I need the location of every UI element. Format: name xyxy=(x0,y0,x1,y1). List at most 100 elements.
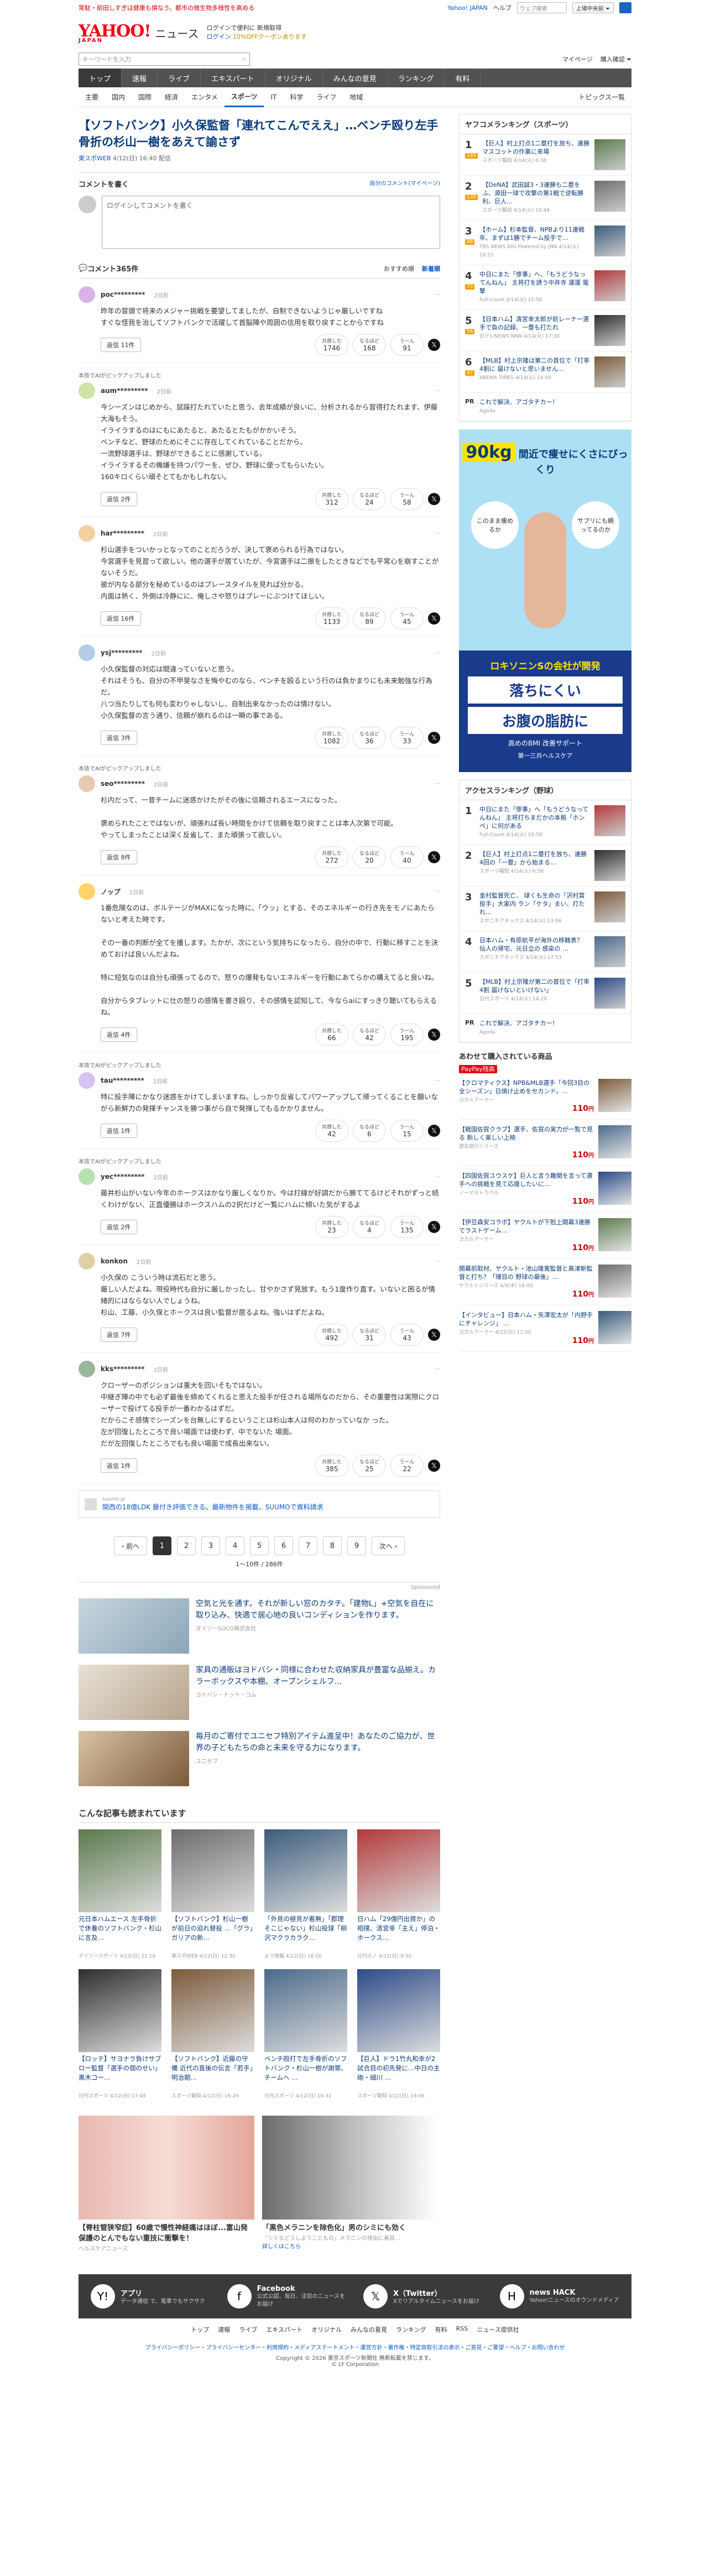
legal-links[interactable]: プライバシーポリシー・プライバシーセンター・利用規約・メディアステートメント・運… xyxy=(79,2341,631,2353)
comment-username[interactable]: ysj********* xyxy=(101,649,143,657)
access-thumb[interactable] xyxy=(594,891,625,922)
pager-page[interactable]: 1 xyxy=(153,1536,171,1555)
pager-page[interactable]: 3 xyxy=(201,1536,220,1555)
shop-image[interactable] xyxy=(598,1265,631,1298)
like-reaction[interactable]: 共感した 66 xyxy=(315,1024,348,1046)
pr-item[interactable]: PR これで解決、アゴタチカー！ Agoda xyxy=(460,1014,631,1042)
agree-reaction[interactable]: なるほど 168 xyxy=(353,334,386,356)
related-thumb[interactable] xyxy=(264,1829,347,1912)
shop-item[interactable]: 【インタビュー】日本ハム・矢澤宏太が「内野手にチャレンジ」 … ヨカルアーマー 4… xyxy=(459,1305,631,1352)
sponsored-item[interactable]: 空気と光を通す。それが新しい窓のカタチ。「建物L」+空気を自在に取り込み、快適で… xyxy=(79,1593,440,1659)
shop-image[interactable] xyxy=(598,1218,631,1251)
yahoo-japan-link[interactable]: Yahoo! JAPAN xyxy=(447,4,488,12)
newshack-icon[interactable]: H xyxy=(499,2284,524,2309)
sponsored-title[interactable]: 毎月のご寄付でユニセフ特別アイテム進呈中！あなたのご協力が、世界の子どもたちの命… xyxy=(196,1731,440,1754)
access-thumb[interactable] xyxy=(594,936,625,967)
related-card[interactable]: 【ソフトバンク】杉山一樹が前日の迫れ替投 …「グラ」ガリアの新… 東スポWEB 4… xyxy=(171,1829,254,1959)
news-brand[interactable]: ニュース xyxy=(155,25,199,41)
related-title[interactable]: ベンチ殴打で左手骨折のソフトバンク・杉山一樹が謝罪、チームへ … xyxy=(264,2054,347,2092)
ranking-item[interactable]: 2 135 【DeNA】武田誠3・3連勝も二塁をふ、源田一球で攻撃の第1戦で逆転勝利… xyxy=(460,176,631,221)
ranking-item[interactable]: 3 98 【ホーム】杉本監督、NPBより11連戦年、まずは1勝でチーム投手で… TBS… xyxy=(460,221,631,265)
shop-image[interactable] xyxy=(598,1125,631,1158)
access-title[interactable]: 中日にまた「惨事」へ「もうどうなってんねん」 主将打ちまだかの本拠「ホンペ」に何… xyxy=(479,805,590,830)
shop-select[interactable]: 上場中央前 ⏷ xyxy=(572,2,614,13)
facebook-icon[interactable]: f xyxy=(227,2284,252,2309)
avatar[interactable] xyxy=(79,1361,95,1377)
sponsored-image[interactable] xyxy=(79,1665,189,1720)
promo-text[interactable]: 常駐・前田しすぎは健康も損なう。都市の微生物多様性を高める xyxy=(79,3,254,12)
snav-local[interactable]: 地域 xyxy=(343,87,369,107)
pr-title[interactable]: これで解決、アゴタチカー！ xyxy=(479,1019,625,1027)
pager-page[interactable]: 9 xyxy=(347,1536,366,1555)
related-card[interactable]: 【巨人】ドラ1竹丸和幸が2試合目の初先発に…中日の主砲・細川 … スポーツ報知 4… xyxy=(357,1969,440,2099)
shop-item[interactable]: 【四国佐賀ユウスケ】巨人と言う難関を言って選手への挑戦を見て応援したいに… ノーマ… xyxy=(459,1166,631,1213)
comment-username[interactable]: seo********* xyxy=(101,780,145,788)
like-reaction[interactable]: 共感した 1082 xyxy=(315,727,348,749)
yahoo-logo[interactable]: YAHOO! JAPAN xyxy=(79,22,152,44)
ranking-title[interactable]: 【MLB】村上宗隆は第二の首位で「打率 4割に 届けないと思いません… xyxy=(479,356,590,373)
related-card[interactable]: 元日本ハムエース 左手骨折で休養のソフトバンク・杉山に言及… デイリースポーツ 4… xyxy=(79,1829,161,1959)
sponsored-item[interactable]: 家具の通販はヨドバシ・同様に合わせた収納家具が豊富な品揃え。カラーボックスや本棚… xyxy=(79,1659,440,1725)
access-item[interactable]: 5 【MLB】村上宗隆が第二の首位で「打率 4割 届けないといけない」 日刊スポーツ… xyxy=(460,973,631,1014)
access-thumb[interactable] xyxy=(594,805,625,836)
ranking-item[interactable]: 1 249 【巨人】村上打点1二塁打を放ち、連勝 マスコットの作業に来場 スポーツ報知… xyxy=(460,134,631,176)
x-share-icon[interactable]: 𝕏 xyxy=(428,1329,440,1341)
footer-app[interactable]: 𝕏 X（Twitter） Xでリアルタイムニュースをお届け xyxy=(363,2284,483,2309)
like-reaction[interactable]: 共感した 1746 xyxy=(315,334,348,356)
app-icon[interactable]: Y! xyxy=(91,2284,115,2309)
agree-reaction[interactable]: なるほど 36 xyxy=(353,727,386,749)
snav-science[interactable]: 科学 xyxy=(283,87,310,107)
pager-page[interactable]: 5 xyxy=(250,1536,269,1555)
shop-item[interactable]: 【戦国佐賀クラブ】選手、佐賀の実力が一覧で見る 新しく楽しい上映 遊花旅行シリーズ… xyxy=(459,1120,631,1166)
hmm-reaction[interactable]: うーん 91 xyxy=(390,334,424,356)
shop-item[interactable]: 【伊豆森安コラボ】ヤクルトが下剋上開幕3連勝でラストゲーム… ヨカルアーマー 110… xyxy=(459,1213,631,1259)
inline-ad[interactable]: suumo.jp 関西の18億LDK 最付き評価できる。最新物件を掲載、SUUM… xyxy=(79,1491,440,1518)
like-reaction[interactable]: 共感した 272 xyxy=(315,846,348,868)
x-share-icon[interactable]: 𝕏 xyxy=(428,612,440,625)
related-title[interactable]: 元日本ハムエース 左手骨折で休養のソフトバンク・杉山に言及… xyxy=(79,1914,161,1952)
related-card[interactable]: 日ハム「29億円出資か」の相撲、清宮幸「主え」停泊・ホークス… 日刊大ノ 4/12… xyxy=(357,1829,440,1959)
like-reaction[interactable]: 共感した 23 xyxy=(315,1216,348,1238)
search-submit-icon[interactable] xyxy=(619,2,631,13)
sort-recommended[interactable]: おすすめ順 xyxy=(384,264,414,273)
x-share-icon[interactable]: 𝕏 xyxy=(428,732,440,744)
sponsored-image[interactable] xyxy=(79,1731,189,1786)
gnav-live[interactable]: ライブ xyxy=(158,69,201,87)
x-share-icon[interactable]: 𝕏 xyxy=(428,339,440,351)
related-title[interactable]: 「外見の極見が着無」「郡理そこじゃない」杉山投球「柳沢マクラカラク… xyxy=(264,1914,347,1952)
snav-life[interactable]: ライフ xyxy=(310,87,343,107)
related-title[interactable]: 日ハム「29億円出資か」の相撲、清宮幸「主え」停泊・ホークス… xyxy=(357,1914,440,1952)
related-thumb[interactable] xyxy=(264,1969,347,2052)
like-reaction[interactable]: 共感した 1133 xyxy=(315,607,348,629)
hmm-reaction[interactable]: うーん 45 xyxy=(390,607,424,629)
inline-ad-title[interactable]: 関西の18億LDK 最付き評価できる。最新物件を掲載、SUUMOで資料請求 xyxy=(102,1502,323,1512)
x-share-icon[interactable]: 𝕏 xyxy=(428,1221,440,1233)
comment-textarea[interactable]: ログインしてコメントを書く xyxy=(102,196,440,249)
ranking-item[interactable]: 4 73 中日にまた「惨事」へ、「もうどうなってんねん」 主将打を誘う中井寺 運運 … xyxy=(460,265,631,310)
ad-card[interactable]: 【脊柱管狭窄症】60歳で慢性神経痛はほぼ...富山発保護のとんでもない重技に衝撃… xyxy=(79,2116,254,2252)
keyword-search-input[interactable]: キーワードを入力 ⌕ xyxy=(79,53,250,66)
comment-username[interactable]: kks********* xyxy=(101,1365,145,1373)
more-icon[interactable]: ⋯ xyxy=(435,531,440,537)
more-icon[interactable]: ⋯ xyxy=(435,1258,440,1265)
shop-title[interactable]: 【戦国佐賀クラブ】選手、佐賀の実力が一覧で見る 新しく楽しい上映 xyxy=(459,1125,594,1142)
comment-username[interactable]: ノップ xyxy=(101,887,121,896)
ranking-thumb[interactable] xyxy=(594,315,625,346)
access-title[interactable]: 【巨人】村上打点1二塁打を放ち、連勝 4回の「一塁」から始まる… xyxy=(479,850,590,867)
more-icon[interactable]: ⋯ xyxy=(435,388,440,394)
avatar[interactable] xyxy=(79,1072,95,1089)
snav-world[interactable]: 国際 xyxy=(132,87,158,107)
pr-item[interactable]: PR これで解決、アゴタチカー！ Agoda xyxy=(460,393,631,421)
ranking-item[interactable]: 5 56 【日本ハム】清宮幸太郎が前レーナー選手で負の記録、一塁も打たれ 日テレNEW… xyxy=(460,310,631,351)
ad-title[interactable]: 【脊柱管狭窄症】60歳で慢性神経痛はほぼ...富山発保護のとんでもない重技に衝撃… xyxy=(79,2223,254,2244)
like-reaction[interactable]: 共感した 385 xyxy=(315,1455,348,1477)
reply-button[interactable]: 返信 1件 xyxy=(101,1124,137,1138)
hmm-reaction[interactable]: うーん 40 xyxy=(390,846,424,868)
reply-button[interactable]: 返信 1件 xyxy=(101,1458,137,1473)
article-source[interactable]: 東スポWEB xyxy=(79,155,111,162)
ranking-thumb[interactable] xyxy=(594,225,625,256)
pager-page[interactable]: 2 xyxy=(177,1536,196,1555)
reply-button[interactable]: 返信 4件 xyxy=(101,1027,137,1042)
more-icon[interactable]: ⋯ xyxy=(435,781,440,787)
gnav-opinions[interactable]: みんなの意見 xyxy=(323,69,388,87)
